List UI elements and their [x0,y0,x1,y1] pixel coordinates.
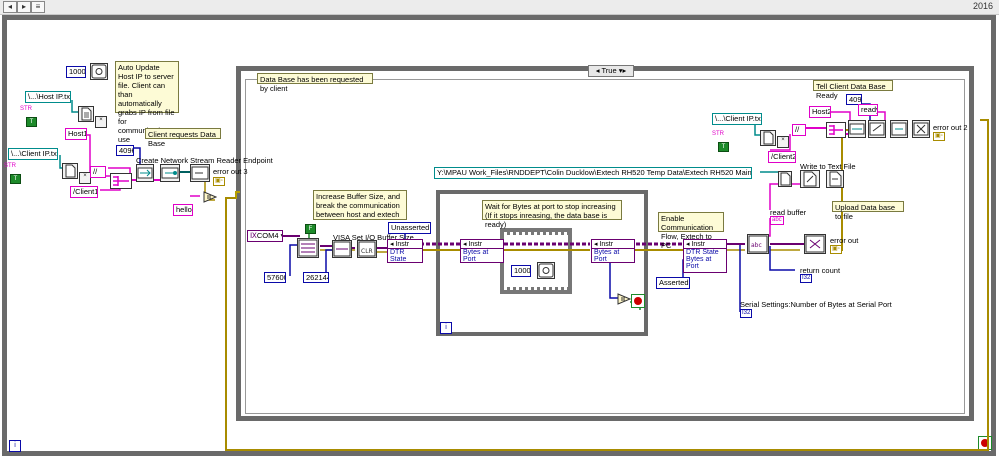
slash-constant-right[interactable]: // [792,124,806,136]
bool-true-top[interactable]: T [26,117,37,127]
concatenate-strings-icon-left[interactable] [110,173,132,189]
note-tell-client: Tell Client Data Base Ready [813,80,893,100]
read-buffer-indicator: abc [770,216,784,225]
note-buffer: Increase Buffer Size, and break the comm… [313,190,407,220]
baud-rate-constant[interactable]: 57600 [264,272,286,283]
stream-endpoint-icon-a[interactable] [136,164,154,182]
bool-true-left[interactable]: T [10,174,21,184]
metronome-icon-inner[interactable] [537,262,555,279]
error-out-label: error out [830,236,859,245]
read-stream-icon[interactable] [190,164,210,182]
note-auto-update: Auto Update Host IP to server file. Clie… [115,61,179,144]
str-label-right: STR [712,131,724,137]
concatenate-strings-icon-right[interactable] [826,122,846,138]
client2-constant[interactable]: /Client2 [768,151,796,163]
write-stream-icon[interactable] [868,120,886,138]
error-out-indicator: ▣▫ [830,245,842,254]
property-node-1-instr: Instr [395,241,410,248]
property-node-4-bytes: Bytes at Port [686,256,712,270]
database-path-constant[interactable]: Y:\MPAU Work_Files\RNDDEPT\Colin Ducklow… [434,167,752,179]
property-node-4-dtr: DTR State [686,249,719,256]
wait-ms-constant-top[interactable]: 1000 [66,66,86,78]
str-label-left: STR [4,163,16,169]
error-out-3-indicator: ▣▫ [213,177,225,186]
property-node-2[interactable]: ◂ Instr Bytes at Port [460,239,504,263]
property-node-3-bytes: Bytes at Port [594,249,620,263]
note-enable-flow: Enable Communication Flow, Extech to PC [658,212,724,250]
equal-comparison-icon[interactable] [203,191,218,203]
metronome-icon[interactable] [90,63,108,80]
host2-constant[interactable]: Host2 [809,106,831,118]
ready-constant[interactable]: ready [858,104,878,116]
equal-comparison-icon-inner[interactable] [617,293,632,305]
slash-constant-left[interactable]: // [90,166,106,178]
visa-configure-serial-icon[interactable] [297,238,319,258]
stream-endpoint-icon-b[interactable] [160,164,180,182]
buffer-size-constant[interactable]: 262144 [303,272,329,283]
flush-stream-icon[interactable] [890,120,908,138]
note-db-requested: Data Base has been requested by client [257,73,373,93]
host1-constant[interactable]: Host1 [65,128,87,140]
property-node-3-instr: Instr [599,241,614,248]
error-out-3-label: error out 3 [213,167,248,176]
error-out-2-label: error out 2 [933,123,968,132]
hello-constant[interactable]: hello [173,204,193,216]
visa-set-buffer-icon[interactable] [332,240,352,258]
return-count-indicator: I32 [800,274,813,283]
stop-sign-icon[interactable] [631,294,645,308]
property-node-4-instr: Instr [691,241,706,248]
close-file-icon-top[interactable]: × [95,116,107,128]
serial-bytes-indicator: I32 [740,309,753,318]
close-file-icon-right-2[interactable]: × [777,136,789,148]
visa-flush-icon[interactable]: CLR [357,240,377,258]
destroy-stream-icon[interactable] [912,120,930,138]
asserted-enum-constant[interactable]: Asserted ▾ [656,277,690,289]
note-wait-bytes: Wait for Bytes at port to stop increasin… [482,200,622,229]
property-node-3[interactable]: ◂ Instr Bytes at Port [591,239,635,263]
writer-endpoint-icon[interactable] [848,120,866,138]
write-file-icon-top[interactable] [78,106,94,122]
property-node-2-instr: Instr [468,241,483,248]
str-label-top: STR [20,106,32,112]
bool-false-constant[interactable]: F [305,224,316,234]
close-file-icon-right[interactable] [826,170,844,188]
property-node-1-dtr: DTR State [390,249,407,263]
file-open-icon[interactable] [778,171,792,187]
visa-read-icon[interactable]: abc [747,234,769,254]
client-ip-path-constant-left[interactable]: \...\Client IP.txt [8,148,58,160]
note-upload: Upload Data base to file [832,201,904,221]
note-client-requests: Client requests Data Base [145,128,221,148]
serial-settings-label: Serial Settings:Number of Bytes at Seria… [740,300,892,309]
error-out-2-indicator: ▣▫ [933,132,945,141]
read-file-icon-right[interactable] [760,130,776,146]
svg-text:abc: abc [751,242,762,249]
com4-resource-constant[interactable]: ⅨCOM4 ▾ [247,230,283,242]
client-ip-path-constant-right[interactable]: \...\Client IP.txt [712,113,762,125]
wait-ms-constant-inner[interactable]: 1000 [511,265,531,277]
visa-close-icon[interactable] [804,234,826,254]
buffer-4096-constant-left[interactable]: 4096 [116,145,134,156]
svg-text:CLR: CLR [361,248,373,255]
client1-constant[interactable]: /Client1 [70,186,98,198]
property-node-4[interactable]: ◂ Instr DTR State Bytes at Port [683,239,727,273]
property-node-2-bytes: Bytes at Port [463,249,489,263]
property-node-1[interactable]: ◂ Instr DTR State [387,239,423,263]
bool-true-right[interactable]: T [718,142,729,152]
unasserted-enum-constant[interactable]: Unasserted ▾ [388,222,431,234]
write-text-file-icon[interactable] [800,170,820,188]
host-ip-path-constant[interactable]: \...\Host IP.txt [25,91,71,103]
read-file-icon-left[interactable] [62,163,78,179]
